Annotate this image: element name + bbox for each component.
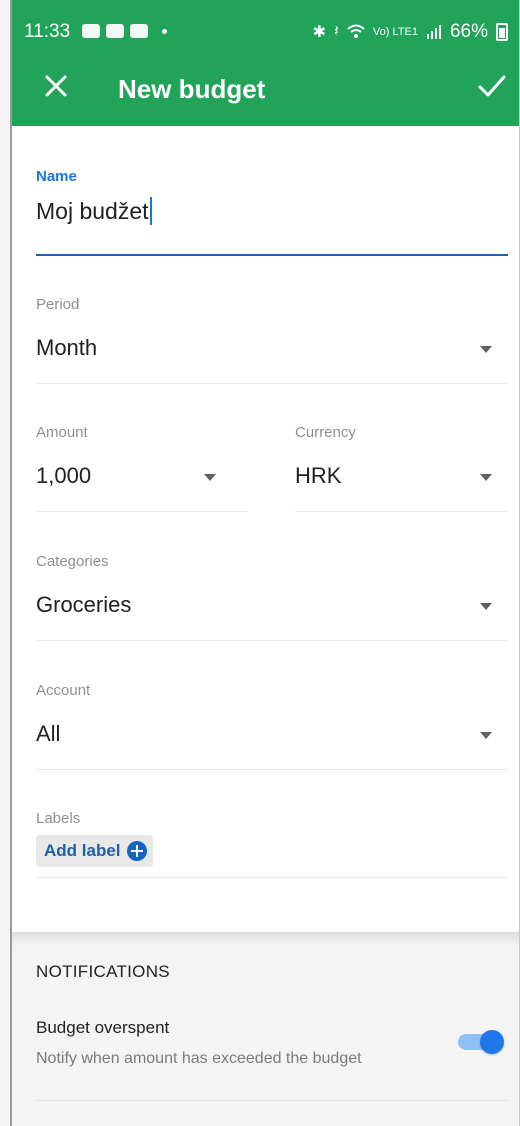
account-value: All bbox=[36, 721, 61, 746]
chevron-down-icon bbox=[204, 474, 216, 481]
wifi-icon bbox=[347, 24, 365, 38]
labels-label: Labels bbox=[36, 810, 81, 827]
screen-left-edge bbox=[10, 0, 12, 1126]
field-divider bbox=[36, 511, 248, 512]
section-separator bbox=[12, 932, 520, 946]
gallery-notification-icon bbox=[130, 24, 148, 38]
labels-field: Labels Add label bbox=[36, 810, 508, 878]
status-notification-icons bbox=[82, 24, 167, 38]
chevron-down-icon bbox=[480, 732, 492, 739]
signal-icon bbox=[426, 25, 441, 39]
notification-app-icon bbox=[82, 24, 100, 38]
status-system-icons: ✱ 𝄽 Vo) LTE1 66% bbox=[313, 21, 508, 43]
currency-value: HRK bbox=[295, 463, 342, 488]
currency-select[interactable]: Currency HRK bbox=[295, 424, 508, 512]
categories-select[interactable]: Categories Groceries bbox=[36, 553, 508, 641]
page-title: New budget bbox=[118, 74, 266, 104]
toggle-thumb bbox=[480, 1030, 504, 1054]
amount-select[interactable]: Amount 1,000 bbox=[36, 424, 248, 512]
chevron-down-icon bbox=[480, 474, 492, 481]
budget-form: Name Moj budžet Period Month Amount 1,00… bbox=[12, 126, 520, 932]
categories-label: Categories bbox=[36, 553, 109, 570]
battery-icon bbox=[496, 23, 508, 41]
name-label: Name bbox=[36, 168, 77, 185]
toolbar: New budget bbox=[12, 50, 520, 126]
field-divider bbox=[36, 640, 508, 641]
name-input-underline bbox=[36, 254, 508, 256]
name-field[interactable]: Name Moj budžet bbox=[36, 168, 508, 256]
add-label-text: Add label bbox=[44, 841, 121, 860]
mute-icon: 𝄽 bbox=[334, 23, 339, 40]
amount-value: 1,000 bbox=[36, 463, 92, 488]
amount-label: Amount bbox=[36, 424, 88, 441]
add-label-button[interactable]: Add label bbox=[36, 835, 153, 867]
network-label: Vo) LTE1 bbox=[372, 26, 418, 38]
categories-value: Groceries bbox=[36, 592, 132, 617]
period-select[interactable]: Period Month bbox=[36, 296, 508, 384]
budget-overspent-toggle[interactable] bbox=[458, 1030, 504, 1054]
account-select[interactable]: Account All bbox=[36, 682, 508, 770]
status-time: 11:33 bbox=[24, 21, 71, 42]
account-label: Account bbox=[36, 682, 91, 699]
close-icon[interactable] bbox=[38, 68, 74, 104]
field-divider bbox=[295, 511, 508, 512]
phone-screen: 11:33 ✱ 𝄽 Vo) LTE1 66% New budget Name M… bbox=[0, 0, 520, 1126]
chevron-down-icon bbox=[480, 603, 492, 610]
name-value: Moj budžet bbox=[36, 197, 149, 224]
notifications-heading: NOTIFICATIONS bbox=[36, 962, 170, 981]
battery-percentage: 66% bbox=[449, 21, 488, 42]
name-input[interactable]: Moj budžet bbox=[36, 197, 508, 225]
youtube-notification-icon bbox=[106, 24, 124, 38]
more-notifications-dot bbox=[162, 28, 167, 34]
check-icon[interactable] bbox=[474, 68, 510, 104]
field-divider bbox=[36, 383, 508, 384]
status-bar: 11:33 ✱ 𝄽 Vo) LTE1 66% bbox=[24, 18, 508, 46]
period-label: Period bbox=[36, 296, 80, 313]
text-cursor bbox=[149, 197, 152, 225]
notification-divider bbox=[36, 1100, 508, 1101]
notification-description: Notify when amount has exceeded the budg… bbox=[36, 1050, 362, 1067]
budget-overspent-notification[interactable]: Budget overspent Notify when amount has … bbox=[36, 1018, 508, 1108]
bluetooth-icon: ✱ bbox=[312, 24, 327, 41]
period-value: Month bbox=[36, 335, 98, 360]
notification-name: Budget overspent bbox=[36, 1018, 170, 1037]
field-divider bbox=[36, 877, 508, 878]
chevron-down-icon bbox=[480, 346, 492, 353]
plus-icon bbox=[126, 841, 147, 861]
field-divider bbox=[36, 769, 508, 770]
currency-label: Currency bbox=[295, 424, 356, 441]
